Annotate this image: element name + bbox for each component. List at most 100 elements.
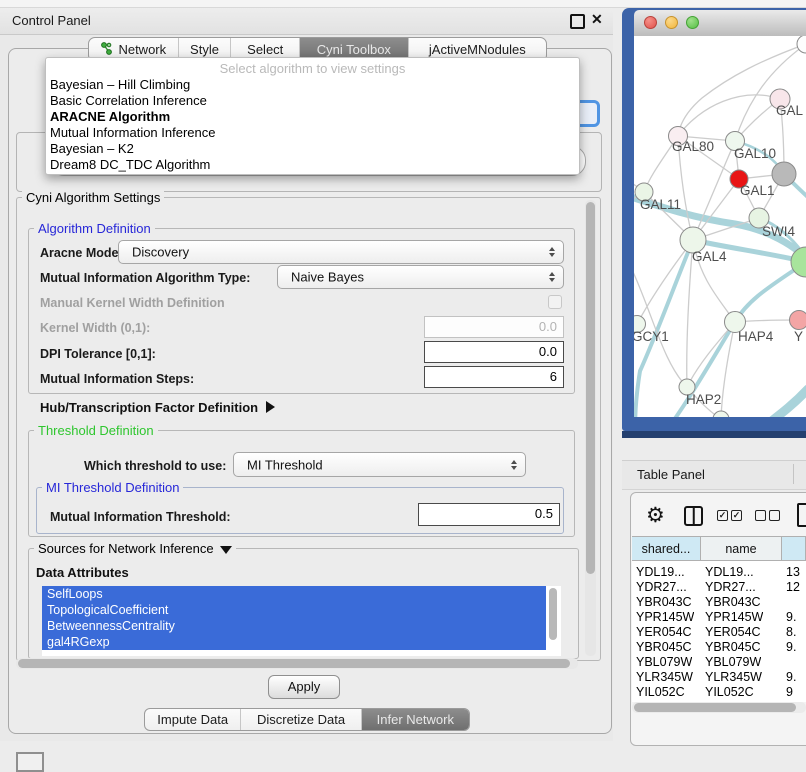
column-header-partial[interactable] (782, 536, 806, 561)
hub-section-toggle[interactable]: Hub/Transcription Factor Definition (40, 400, 275, 415)
algorithm-option[interactable]: Dream8 DC_TDC Algorithm (50, 157, 210, 172)
network-canvas[interactable]: GALGAL80GAL10GAL1GAL11SWI4GAL4GCY1HAP4YH… (634, 36, 806, 417)
mi-threshold-label: Mutual Information Threshold: (50, 510, 231, 524)
table-cell: 9 (786, 685, 793, 700)
node-label-gal4: GAL4 (692, 249, 727, 264)
table-cell: YER054C (705, 625, 761, 640)
table-hscrollbar-track[interactable] (632, 702, 806, 713)
split-columns-icon[interactable] (684, 506, 703, 526)
attribute-list-item[interactable]: TopologicalCoefficient (42, 602, 546, 618)
table-row[interactable]: YLR345WYLR345W9. (632, 670, 806, 685)
table-cell: YBR045C (636, 640, 692, 655)
tab-label: Discretize Data (257, 712, 345, 727)
document-icon[interactable] (797, 503, 806, 527)
tab-label: Style (190, 42, 219, 57)
minimized-panel-icon[interactable] (16, 752, 44, 772)
table-cell: YPR145W (636, 610, 694, 625)
column-header-shared[interactable]: shared... (632, 536, 701, 561)
table-cell: 9. (786, 610, 796, 625)
algorithm-option[interactable]: Mutual Information Inference (50, 125, 215, 140)
algorithm-option[interactable]: Bayesian – K2 (50, 141, 134, 156)
tab-infer-network[interactable]: Infer Network (362, 709, 469, 730)
network-edge[interactable] (760, 389, 806, 417)
node-gray[interactable] (772, 162, 796, 186)
table-row[interactable]: YBL079WYBL079W (632, 655, 806, 670)
settings-scrollbar-thumb[interactable] (586, 202, 595, 574)
algorithm-option[interactable]: Bayesian – Hill Climbing (50, 77, 190, 92)
table-row[interactable]: YPR145WYPR145W9. (632, 610, 806, 625)
threshold-group-title: Threshold Definition (34, 423, 158, 438)
tab-discretize-data[interactable]: Discretize Data (241, 709, 361, 730)
network-edge[interactable] (678, 95, 780, 136)
table-row[interactable]: YIL052CYIL052C9 (632, 685, 806, 700)
node-label-gal10: GAL10 (734, 146, 776, 161)
table-row[interactable]: YDR27...YDR27...12 (632, 580, 806, 595)
table-cell: 13 (786, 565, 800, 580)
tab-label: Infer Network (377, 712, 454, 727)
table-row[interactable]: YDL19...YDL19...13 (632, 565, 806, 580)
float-window-icon[interactable] (570, 14, 585, 29)
checked-checkbox-icon[interactable]: ✓ (731, 510, 742, 521)
list-scrollbar-thumb[interactable] (549, 588, 557, 640)
close-traffic-light[interactable] (644, 16, 657, 29)
table-cell: YDL19... (636, 565, 685, 580)
node-label-gcy1: GCY1 (634, 329, 669, 344)
settings-hscrollbar-thumb[interactable] (18, 659, 570, 668)
close-icon[interactable]: ✕ (591, 11, 603, 28)
table-row[interactable]: YER054CYER054C8. (632, 625, 806, 640)
mi-threshold-field[interactable]: 0.5 (418, 503, 560, 526)
table-hscrollbar-thumb[interactable] (634, 703, 796, 712)
table-row[interactable]: YBR043CYBR043C (632, 595, 806, 610)
node-label-gal: GAL (776, 103, 804, 118)
zoom-traffic-light[interactable] (686, 16, 699, 29)
network-window-frame-bottom (622, 431, 806, 438)
network-edge[interactable] (659, 262, 806, 417)
mi-type-value: Naive Bayes (291, 270, 364, 285)
table-cell: 9. (786, 640, 796, 655)
node-attribute-table[interactable]: shared...nameYDL19...YDL19...13YDR27...Y… (632, 536, 806, 702)
attribute-list-item[interactable]: BetweennessCentrality (42, 618, 546, 634)
kernel-width-field[interactable]: 0.0 (424, 316, 564, 338)
attribute-list-item[interactable]: SelfLoops (42, 586, 546, 602)
algorithm-definition-title: Algorithm Definition (34, 221, 155, 236)
mi-threshold-group-title: MI Threshold Definition (42, 480, 183, 495)
unchecked-checkbox-icon[interactable] (769, 510, 780, 521)
table-cell: YLR345W (705, 670, 762, 685)
mi-type-combo[interactable]: Naive Bayes (277, 265, 564, 289)
manual-kernel-checkbox[interactable] (548, 295, 562, 309)
apply-button[interactable]: Apply (268, 675, 340, 699)
network-graph[interactable]: GALGAL80GAL10GAL1GAL11SWI4GAL4GCY1HAP4YH… (634, 36, 806, 417)
control-panel-title: Control Panel (12, 13, 91, 28)
minimize-traffic-light[interactable] (665, 16, 678, 29)
cyni-settings-title: Cyni Algorithm Settings (22, 190, 164, 205)
which-threshold-combo[interactable]: MI Threshold (233, 452, 526, 477)
unchecked-checkbox-icon[interactable] (755, 510, 766, 521)
column-header-name[interactable]: name (701, 536, 782, 561)
algorithm-option[interactable]: Basic Correlation Inference (50, 93, 207, 108)
dpi-tolerance-field[interactable]: 0.0 (424, 341, 564, 363)
table-cell: YBR043C (636, 595, 692, 610)
dropdown-prompt: Select algorithm to view settings (46, 61, 579, 76)
tab-impute-data[interactable]: Impute Data (145, 709, 241, 730)
gear-icon[interactable]: ⚙ (646, 504, 665, 528)
table-cell: YDR27... (636, 580, 687, 595)
cyni-mode-tab-bar: Impute Data Discretize Data Infer Network (144, 708, 470, 731)
node-pink-right[interactable] (790, 311, 806, 330)
table-cell: YBR045C (705, 640, 761, 655)
data-attributes-list[interactable]: SelfLoopsTopologicalCoefficientBetweenne… (42, 586, 561, 656)
mi-steps-field[interactable]: 6 (424, 366, 564, 388)
checked-checkbox-icon[interactable]: ✓ (717, 510, 728, 521)
table-panel-title: Table Panel (637, 467, 705, 482)
table-cell: YBL079W (705, 655, 761, 670)
network-window-titlebar[interactable] (634, 10, 806, 37)
aracne-mode-combo[interactable]: Discovery (118, 240, 564, 264)
attribute-list-item[interactable]: gal4RGexp (42, 634, 546, 650)
control-panel-titlebar (0, 8, 613, 35)
table-cell: YIL052C (636, 685, 685, 700)
sources-group-title[interactable]: Sources for Network Inference (34, 541, 236, 556)
algorithm-option[interactable]: ARACNE Algorithm (50, 109, 170, 124)
table-cell: 9. (786, 670, 796, 685)
node-bottom-partial[interactable] (713, 411, 729, 417)
dpi-tolerance-label: DPI Tolerance [0,1]: (40, 347, 156, 361)
table-row[interactable]: YBR045C YBR045C 9. (632, 640, 806, 655)
